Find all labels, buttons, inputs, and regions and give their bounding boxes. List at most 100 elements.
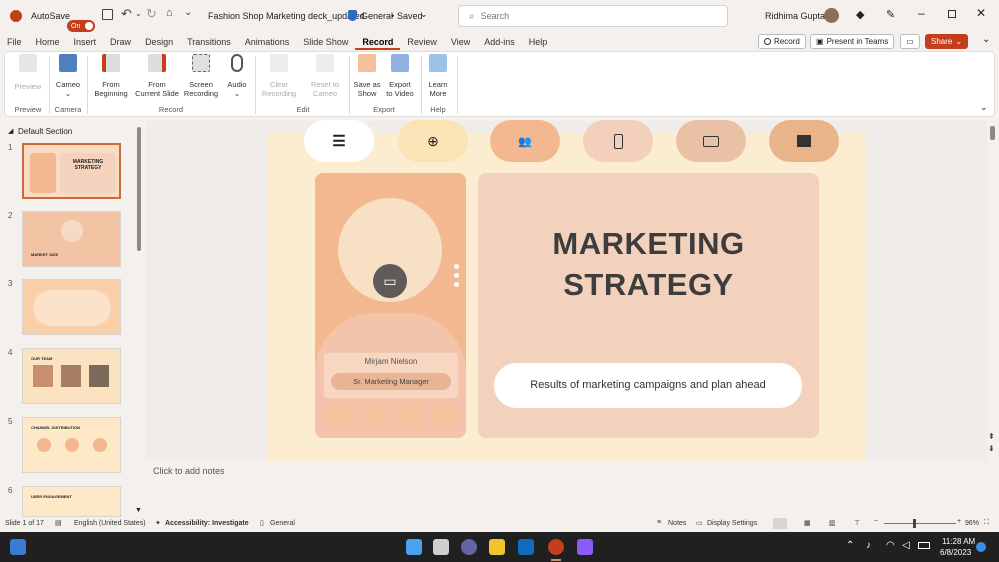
tab-help[interactable]: Help	[522, 34, 555, 50]
slide-thumbnail-4[interactable]: OUR TEAM	[22, 348, 121, 404]
save-icon[interactable]	[102, 9, 113, 20]
chevron-up-icon[interactable]: ⌃	[846, 540, 854, 551]
notes-button[interactable]: Notes	[668, 520, 686, 527]
clock-time[interactable]: 11:28 AM	[942, 537, 975, 546]
clear-recording-button[interactable]: Clear Recording	[259, 54, 299, 98]
volume-icon[interactable]: ◁	[902, 540, 910, 551]
scroll-down-icon[interactable]: ▼	[135, 507, 142, 514]
teams-chat-icon[interactable]	[461, 539, 477, 555]
zoom-out-icon[interactable]: −	[874, 518, 878, 525]
slide-thumbnail-1[interactable]: MARKETING STRATEGY	[22, 143, 121, 199]
outlook-icon[interactable]	[518, 539, 534, 555]
camera-off-icon[interactable]: ▭	[373, 264, 407, 298]
slideshow-view-icon[interactable]: ⊤	[854, 519, 860, 527]
slide-title-line1[interactable]: MARKETING	[478, 226, 819, 262]
section-title[interactable]: Default Section	[18, 127, 72, 136]
screen-recording-button[interactable]: Screen Recording	[181, 54, 221, 98]
tab-animations[interactable]: Animations	[238, 34, 297, 50]
document-title[interactable]: Fashion Shop Marketing deck_updated	[208, 11, 365, 21]
tab-draw[interactable]: Draw	[103, 34, 138, 50]
slide-thumbnail-3[interactable]	[22, 279, 121, 335]
microphone-icon[interactable]: ♪	[866, 540, 871, 551]
slide-thumbnail-5[interactable]: CHANNEL DISTRIBUTION	[22, 417, 121, 473]
action-pill[interactable]	[396, 406, 424, 425]
comments-button[interactable]: ▭	[900, 34, 920, 49]
tab-file[interactable]: File	[0, 34, 29, 50]
zoom-in-icon[interactable]: +	[957, 518, 961, 525]
thumbnails-scrollbar[interactable]	[137, 127, 141, 251]
slide-sorter-icon[interactable]: ▦	[804, 519, 811, 527]
share-button[interactable]: Share ⌄	[925, 34, 969, 49]
zoom-slider[interactable]	[884, 523, 956, 524]
present-in-teams-button[interactable]: ▣ Present in Teams	[810, 34, 895, 49]
notification-icon[interactable]	[976, 542, 986, 552]
cameo-button[interactable]: Cameo ⌄	[53, 54, 83, 98]
tab-slide-show[interactable]: Slide Show	[296, 34, 355, 50]
accessibility-status[interactable]: Accessibility: Investigate	[165, 520, 249, 527]
tab-transitions[interactable]: Transitions	[180, 34, 238, 50]
next-slide-icon[interactable]: ⇟	[988, 444, 995, 453]
action-pill[interactable]	[324, 406, 352, 425]
canvas-scrollbar[interactable]	[990, 126, 995, 140]
chevron-down-icon[interactable]: ⌄	[420, 9, 428, 20]
zoom-level[interactable]: 96%	[965, 520, 979, 527]
pen-icon[interactable]: ✎	[886, 8, 895, 21]
customize-toolbar-icon[interactable]: ⌄	[184, 7, 192, 18]
tab-home[interactable]: Home	[29, 34, 67, 50]
record-button[interactable]: Record	[758, 34, 806, 49]
tab-record[interactable]: Record	[355, 34, 401, 50]
autosave-toggle[interactable]: On	[67, 20, 95, 32]
battery-icon[interactable]	[918, 542, 930, 549]
undo-dropdown-icon[interactable]: ⌄	[135, 9, 142, 18]
record-from-current-button[interactable]: From Current Slide	[133, 54, 181, 98]
tab-review[interactable]: Review	[400, 34, 444, 50]
export-to-video-button[interactable]: Export to Video	[383, 54, 417, 98]
normal-view-icon[interactable]	[773, 518, 787, 529]
save-as-show-button[interactable]: Save as Show	[351, 54, 383, 98]
tab-insert[interactable]: Insert	[67, 34, 104, 50]
display-settings-button[interactable]: Display Settings	[707, 520, 757, 527]
slide-thumbnail-6[interactable]: USER ENGAGEMENT	[22, 486, 121, 517]
record-from-beginning-button[interactable]: From Beginning	[91, 54, 131, 98]
present-from-start-icon[interactable]: ⌂	[166, 7, 173, 19]
notes-pane[interactable]: Click to add notes	[146, 462, 987, 517]
powerpoint-taskbar-icon[interactable]	[548, 539, 564, 555]
nav-pill-people[interactable]: 👥	[490, 120, 560, 162]
prev-slide-icon[interactable]: ⇞	[988, 432, 995, 441]
tab-view[interactable]: View	[444, 34, 477, 50]
action-pill[interactable]	[431, 406, 459, 425]
undo-icon[interactable]: ↶	[121, 6, 132, 22]
language[interactable]: English (United States)	[74, 520, 146, 527]
search-box[interactable]: ⌕ Search	[458, 5, 728, 27]
section-collapse-icon[interactable]: ◢	[8, 127, 13, 135]
diamond-icon[interactable]: ◆	[856, 8, 864, 21]
action-pill[interactable]	[360, 406, 388, 425]
wifi-icon[interactable]: ◠	[886, 540, 895, 551]
clock-date[interactable]: 6/8/2023	[940, 548, 971, 557]
ribbon-collapse-icon[interactable]: ⌄	[982, 34, 990, 45]
nav-pill-globe[interactable]: ⊕	[398, 120, 468, 162]
nav-pill-menu[interactable]: ☰	[304, 120, 374, 162]
nav-pill-money[interactable]	[676, 120, 746, 162]
close-icon[interactable]: ✕	[976, 6, 986, 20]
slide[interactable]: ☰ ⊕ 👥 ▭ Mirjam Nielson Sr. Marketing Man…	[268, 120, 866, 461]
restore-icon[interactable]	[948, 10, 956, 18]
file-explorer-icon[interactable]	[489, 539, 505, 555]
sensitivity-status[interactable]: General	[270, 520, 295, 527]
learn-more-button[interactable]: Learn More	[423, 54, 453, 98]
redo-icon[interactable]: ↻	[146, 6, 157, 22]
sensitivity-label[interactable]: General	[361, 11, 393, 21]
spellcheck-icon[interactable]: ▤	[55, 519, 62, 527]
slide-thumbnail-2[interactable]: MARKET SIZE	[22, 211, 121, 267]
reset-to-cameo-button[interactable]: Reset to Cameo	[303, 54, 347, 98]
audio-button[interactable]: Audio ⌄	[223, 54, 251, 98]
slide-title-line2[interactable]: STRATEGY	[478, 267, 819, 303]
fit-to-window-icon[interactable]: ⛶	[984, 519, 989, 527]
user-name[interactable]: Ridhima Gupta	[765, 11, 825, 21]
tab-design[interactable]: Design	[138, 34, 180, 50]
nav-pill-phone[interactable]	[583, 120, 653, 162]
widgets-icon[interactable]	[10, 539, 26, 555]
windows-start-icon[interactable]	[406, 539, 422, 555]
clipchamp-icon[interactable]	[577, 539, 593, 555]
avatar[interactable]	[824, 8, 839, 23]
